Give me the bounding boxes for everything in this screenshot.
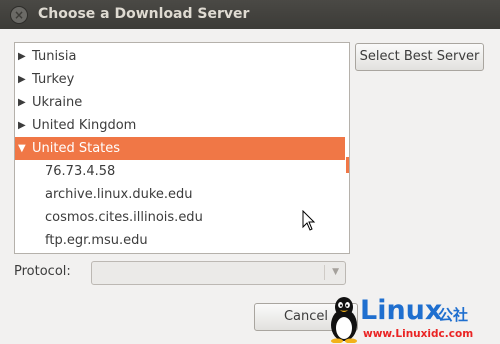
triangle-right-icon[interactable]: ▶ bbox=[18, 91, 26, 114]
triangle-right-icon[interactable]: ▶ bbox=[18, 45, 26, 68]
list-item[interactable]: cosmos.cites.illinois.edu bbox=[15, 206, 345, 229]
window-title: Choose a Download Server bbox=[38, 6, 250, 22]
chevron-down-icon[interactable]: ▼ bbox=[332, 267, 339, 277]
close-icon[interactable]: × bbox=[10, 6, 28, 24]
list-item[interactable]: ftp.egr.msu.edu bbox=[15, 229, 345, 252]
list-item-label: ftp.egr.msu.edu bbox=[45, 233, 148, 248]
list-item-label: Ukraine bbox=[32, 95, 83, 110]
watermark-url: www.Linuxidc.com bbox=[363, 328, 474, 340]
watermark-brand: Linux bbox=[360, 295, 443, 326]
list-item-selected[interactable]: ▼ United States bbox=[15, 137, 345, 160]
watermark-logo: Linux 公社 www.Linuxidc.com bbox=[328, 294, 500, 344]
list-item-label: Turkey bbox=[32, 72, 75, 87]
watermark-cn: 公社 bbox=[438, 306, 469, 324]
triangle-right-icon[interactable]: ▶ bbox=[18, 114, 26, 137]
dropdown-separator bbox=[324, 265, 325, 280]
list-item[interactable]: ▶ Tunisia bbox=[15, 45, 345, 68]
scrollbar-thumb[interactable] bbox=[346, 157, 349, 173]
list-item-label: archive.linux.duke.edu bbox=[45, 187, 193, 202]
penguin-icon bbox=[331, 297, 357, 343]
select-best-server-button[interactable]: Select Best Server bbox=[355, 43, 484, 71]
mouse-pointer-icon bbox=[302, 210, 316, 231]
list-item-label: Tunisia bbox=[32, 49, 77, 64]
protocol-dropdown[interactable]: ▼ bbox=[91, 261, 346, 285]
protocol-label: Protocol: bbox=[14, 264, 71, 279]
triangle-down-icon[interactable]: ▼ bbox=[18, 137, 26, 160]
list-item[interactable]: ▶ United Kingdom bbox=[15, 114, 345, 137]
triangle-right-icon[interactable]: ▶ bbox=[18, 68, 26, 91]
server-list[interactable]: ▶ Tunisia ▶ Turkey ▶ Ukraine ▶ United Ki… bbox=[14, 42, 350, 254]
list-item-label: United Kingdom bbox=[32, 118, 137, 133]
list-item-label: 76.73.4.58 bbox=[45, 164, 116, 179]
list-item[interactable]: ▶ Ukraine bbox=[15, 91, 345, 114]
list-item-label: cosmos.cites.illinois.edu bbox=[45, 210, 203, 225]
list-item[interactable]: 76.73.4.58 bbox=[15, 160, 345, 183]
list-item-label: United States bbox=[32, 141, 121, 156]
list-item[interactable]: archive.linux.duke.edu bbox=[15, 183, 345, 206]
list-item[interactable]: ▶ Turkey bbox=[15, 68, 345, 91]
title-bar: × Choose a Download Server bbox=[0, 0, 500, 29]
